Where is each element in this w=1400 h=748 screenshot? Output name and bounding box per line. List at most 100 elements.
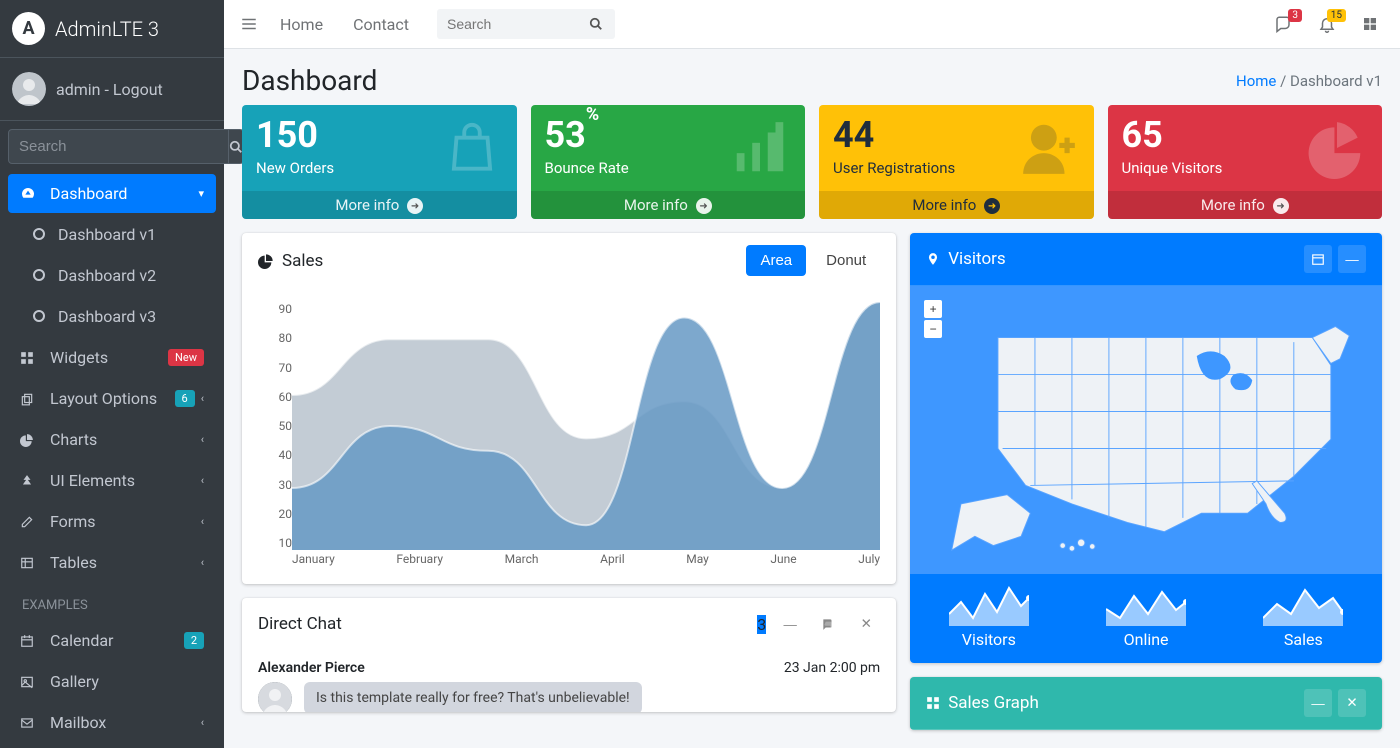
- sidebar: A AdminLTE 3 admin - Logout Dashboard ▾: [0, 0, 224, 748]
- sidebar-item-ui[interactable]: UI Elements‹: [8, 461, 216, 500]
- badge-notifications: 15: [1327, 9, 1346, 22]
- chevron-left-icon: ‹: [201, 392, 204, 405]
- chevron-left-icon: ‹: [201, 474, 204, 487]
- pie-chart-icon: [258, 253, 274, 269]
- chevron-left-icon: ‹: [201, 716, 204, 729]
- copy-icon: [20, 392, 42, 406]
- sidebar-item-dashboard-v3[interactable]: Dashboard v3: [8, 297, 216, 336]
- sidebar-item-mailbox[interactable]: Mailbox ‹: [8, 703, 216, 742]
- sidebar-item-dashboard-v2[interactable]: Dashboard v2: [8, 256, 216, 295]
- topnav-search-input[interactable]: [437, 9, 577, 39]
- sidebar-item-label: Charts: [50, 430, 97, 449]
- sidebar-item-layout[interactable]: Layout Options6‹: [8, 379, 216, 418]
- card-title: Visitors: [948, 249, 1006, 269]
- th-icon: [20, 351, 42, 365]
- map-zoom-controls: + −: [924, 300, 942, 340]
- topnav-messages-button[interactable]: 3: [1268, 15, 1298, 33]
- sidebar-item-forms[interactable]: Forms ‹: [8, 502, 216, 541]
- th-icon: [926, 696, 940, 710]
- close-button[interactable]: ✕: [852, 610, 880, 638]
- sidebar-item-widgets[interactable]: Widgets New: [8, 338, 216, 377]
- chat-sender-name: Alexander Pierce: [258, 660, 365, 676]
- user-link[interactable]: admin - Logout: [56, 80, 163, 99]
- sparkline-row: Visitors Online Sales: [910, 574, 1382, 663]
- small-box-bounce: 53%Bounce Rate More info ➜: [531, 105, 806, 219]
- sales-area-chart: 908070605040302010 JanuaryFebruaryMarchA…: [258, 302, 880, 570]
- breadcrumb-current: Dashboard v1: [1290, 72, 1382, 90]
- user-plus-icon: [1018, 117, 1080, 179]
- user-avatar: [12, 72, 46, 106]
- collapse-button[interactable]: —: [1304, 689, 1332, 717]
- breadcrumb: Home / Dashboard v1: [1236, 72, 1382, 90]
- usa-map-icon: [924, 300, 1368, 560]
- small-box-link[interactable]: More info ➜: [242, 191, 517, 219]
- stat-suffix: %: [586, 105, 599, 125]
- breadcrumb-home[interactable]: Home: [1236, 72, 1276, 90]
- chat-avatar: [258, 682, 292, 712]
- sidebar-item-dashboard[interactable]: Dashboard ▾: [8, 174, 216, 213]
- zoom-out-button[interactable]: −: [924, 320, 942, 338]
- collapse-button[interactable]: —: [776, 610, 804, 638]
- page-title: Dashboard: [242, 64, 377, 97]
- visitors-card: Visitors — + −: [910, 233, 1382, 663]
- brand[interactable]: A AdminLTE 3: [0, 0, 224, 58]
- spark-label: Sales: [1284, 630, 1323, 649]
- topnav-contact-link[interactable]: Contact: [345, 15, 417, 34]
- tab-donut[interactable]: Donut: [812, 245, 880, 276]
- envelope-icon: [20, 716, 42, 730]
- map-marker-icon: [926, 252, 940, 266]
- sidebar-item-label: Dashboard v3: [58, 307, 156, 326]
- collapse-button[interactable]: —: [1338, 245, 1366, 273]
- chat-timestamp: 23 Jan 2:00 pm: [784, 660, 880, 676]
- stat-value: 150: [256, 114, 318, 156]
- sidebar-item-charts[interactable]: Charts ‹: [8, 420, 216, 459]
- chat-body[interactable]: Alexander Pierce 23 Jan 2:00 pm Is this …: [242, 650, 896, 712]
- circle-icon: [28, 225, 50, 244]
- arrow-right-icon: ➜: [984, 198, 1000, 214]
- chevron-down-icon: ▾: [198, 187, 204, 200]
- chevron-left-icon: ‹: [201, 556, 204, 569]
- topnav-apps-button[interactable]: [1356, 16, 1384, 32]
- sidebar-item-dashboard-v1[interactable]: Dashboard v1: [8, 215, 216, 254]
- edit-icon: [20, 515, 42, 529]
- stat-value: 53: [545, 114, 586, 156]
- small-box-link[interactable]: More info ➜: [531, 191, 806, 219]
- calendar-icon: [20, 634, 42, 648]
- sidebar-item-calendar[interactable]: Calendar2: [8, 621, 216, 660]
- sidebar-item-label: Mailbox: [50, 713, 106, 732]
- small-box-row: 150New Orders More info ➜ 53%Bounce Rate…: [242, 105, 1382, 219]
- close-button[interactable]: ✕: [1338, 689, 1366, 717]
- arrow-right-icon: ➜: [1273, 198, 1289, 214]
- sidebar-item-gallery[interactable]: Gallery: [8, 662, 216, 701]
- chevron-left-icon: ‹: [201, 515, 204, 528]
- chat-badge: 3: [757, 615, 766, 634]
- pie-chart-icon: [1306, 117, 1368, 179]
- badge-new: New: [168, 349, 204, 366]
- circle-icon: [28, 307, 50, 326]
- bar-chart-icon: [729, 117, 791, 179]
- calendar-button[interactable]: [1304, 245, 1332, 273]
- small-box-link[interactable]: More info ➜: [819, 191, 1094, 219]
- zoom-in-button[interactable]: +: [924, 300, 942, 318]
- topnav-search-button[interactable]: [577, 11, 615, 37]
- card-title: Sales: [282, 251, 323, 271]
- sidebar-item-tables[interactable]: Tables‹: [8, 543, 216, 582]
- visitors-map[interactable]: + −: [910, 286, 1382, 574]
- stat-value: 65: [1122, 114, 1163, 156]
- small-box-visitors: 65Unique Visitors More info ➜: [1108, 105, 1383, 219]
- sidebar-item-label: Calendar: [50, 631, 113, 650]
- user-panel: admin - Logout: [0, 58, 224, 121]
- topnav-notifications-button[interactable]: 15: [1312, 15, 1342, 33]
- sidebar-item-label: Widgets: [50, 348, 108, 367]
- chat-message: Is this template really for free? That's…: [304, 682, 642, 712]
- card-title: Sales Graph: [948, 693, 1039, 713]
- hamburger-button[interactable]: [240, 15, 258, 33]
- topnav-home-link[interactable]: Home: [272, 15, 331, 34]
- tab-area[interactable]: Area: [746, 245, 806, 276]
- sidebar-item-label: Forms: [50, 512, 96, 531]
- sidebar-search-input[interactable]: [8, 129, 229, 164]
- contacts-button[interactable]: [814, 610, 842, 638]
- small-box-link[interactable]: More info ➜: [1108, 191, 1383, 219]
- chevron-left-icon: ‹: [201, 433, 204, 446]
- arrow-right-icon: ➜: [696, 198, 712, 214]
